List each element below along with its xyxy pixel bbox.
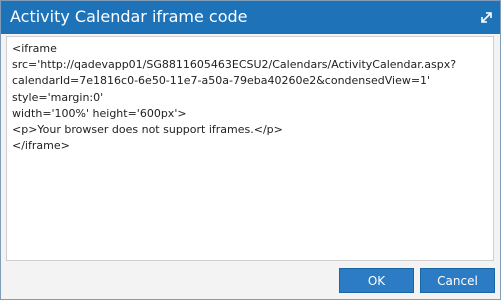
maximize-icon[interactable]	[479, 10, 494, 25]
code-line: <p>Your browser does not support iframes…	[12, 123, 283, 137]
dialog-title: Activity Calendar iframe code	[10, 7, 248, 26]
code-line: </iframe>	[12, 139, 70, 153]
iframe-code-dialog: Activity Calendar iframe code <iframe src…	[0, 0, 501, 300]
code-line: src='http://qadevapp01/SG8811605463ECSU2…	[12, 58, 457, 72]
dialog-footer: OK Cancel	[1, 263, 500, 299]
code-line: calendarId=7e1816c0-6e50-11e7-a50a-79eba…	[12, 74, 431, 88]
code-textarea[interactable]: <iframe src='http://qadevapp01/SG88116054…	[6, 36, 494, 261]
dialog-titlebar[interactable]: Activity Calendar iframe code	[1, 1, 500, 34]
ok-button[interactable]: OK	[339, 268, 414, 293]
code-line: <iframe	[12, 42, 57, 55]
code-line: style='margin:0'	[12, 90, 104, 104]
cancel-button[interactable]: Cancel	[420, 268, 495, 293]
code-text: <iframe src='http://qadevapp01/SG88116054…	[7, 37, 493, 154]
code-line: width='100%' height='600px'>	[12, 106, 187, 120]
